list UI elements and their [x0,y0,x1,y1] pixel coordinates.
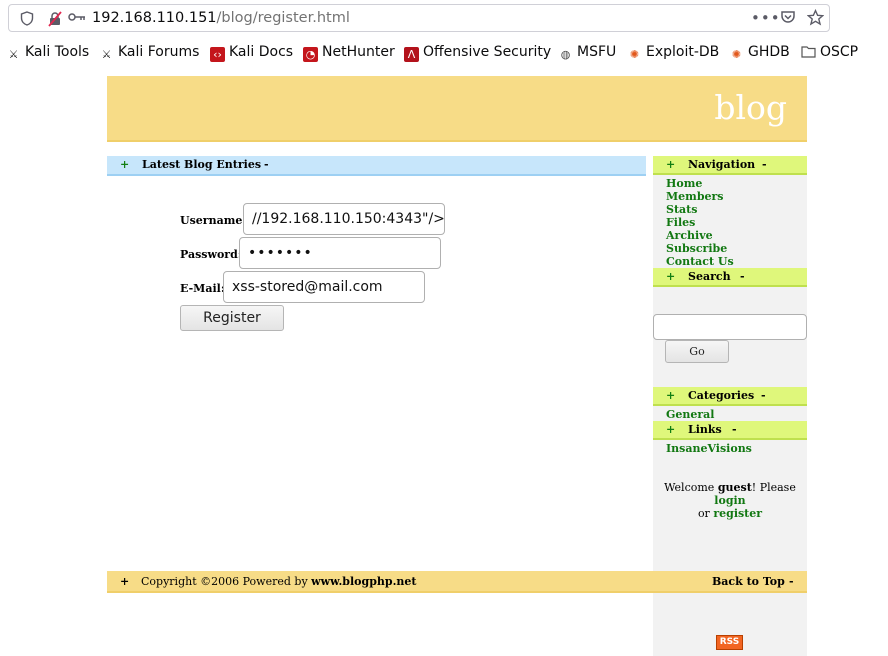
welcome-prefix: Welcome [664,481,718,494]
url-host: 192.168.110.151 [92,10,217,26]
links-bar: + Links - [653,421,807,440]
nav-link-stats[interactable]: Stats [666,203,697,216]
bookmark-label: OSCP [820,44,859,60]
email-label: E-Mail: [180,282,225,295]
more-actions-icon[interactable]: ••• [751,9,781,27]
category-link-general[interactable]: General [666,408,715,421]
register-link[interactable]: register [713,507,762,520]
bookmark-kali-docs[interactable]: ‹› Kali Docs [210,44,293,62]
pocket-icon[interactable] [780,9,796,29]
or-text: or [697,507,714,520]
bookmark-label: Kali Docs [229,44,294,60]
bookmark-kali-forums[interactable]: ⚔ Kali Forums [99,44,200,62]
key-icon[interactable] [68,11,86,27]
kali-dragon-icon: ⚔ [8,48,19,61]
bookmark-kali-tools[interactable]: ⚔ Kali Tools [6,44,90,62]
categories-label: Categories [688,389,755,402]
bookmark-nethunter[interactable]: ◔ NetHunter [303,44,395,62]
bookmarks-toolbar: ⚔ Kali Tools ⚔ Kali Forums ‹› Kali Docs ◔ Ne… [0,38,888,66]
nav-link-files[interactable]: Files [666,216,695,229]
bookmark-ghdb[interactable]: ✺ GHDB [729,44,790,62]
rss-icon[interactable]: RSS [716,635,743,650]
bookmark-offensive-security[interactable]: Λ Offensive Security [404,44,551,62]
ghdb-icon: ✺ [731,48,742,61]
collapse-minus[interactable]: - [762,158,767,171]
links-label: Links [688,423,722,436]
search-label: Search [688,270,731,283]
bookmark-msfu[interactable]: ◍ MSFU [558,44,617,62]
bookmark-label: NetHunter [322,44,395,60]
username-field[interactable]: //192.168.110.150:4343"/> [243,203,445,235]
back-to-top-link[interactable]: Back to Top [712,575,785,588]
welcome-user: guest [717,481,752,494]
collapse-minus[interactable]: - [264,158,269,171]
bookmark-oscp[interactable]: OSCP [801,44,858,60]
copyright-text: Copyright ©2006 Powered by www.blogphp.n… [141,575,417,588]
search-input[interactable] [653,314,807,340]
offsec-icon: Λ [404,47,419,62]
expand-plus[interactable]: + [120,158,129,171]
blog-title: blog [714,88,787,127]
nav-link-members[interactable]: Members [666,190,724,203]
footer: + Copyright ©2006 Powered by www.blogphp… [107,571,807,593]
expand-plus[interactable]: + [666,389,675,402]
exploit-db-icon: ✺ [629,48,640,61]
bookmark-label: Kali Forums [118,44,200,60]
navigation-label: Navigation [688,158,756,171]
globe-icon: ◍ [560,48,571,61]
insecure-connection-icon[interactable] [47,11,63,31]
footer-plus: + [120,575,130,588]
nethunter-icon: ◔ [303,47,318,62]
latest-entries-bar: + Latest Blog Entries - [107,156,646,176]
email-field[interactable]: xss-stored@mail.com [223,271,425,303]
register-button[interactable]: Register [180,305,284,331]
bookmark-label: MSFU [577,44,617,60]
copyright-label: Copyright ©2006 Powered by [141,575,312,588]
powered-by-link[interactable]: www.blogphp.net [311,575,416,588]
kali-docs-icon: ‹› [210,47,225,62]
search-bar: + Search - [653,268,807,287]
collapse-minus[interactable]: - [732,423,737,436]
nav-link-archive[interactable]: Archive [666,229,713,242]
password-label: Password: [180,248,242,261]
expand-plus[interactable]: + [666,270,675,283]
username-label: Username: [180,214,247,227]
welcome-mid: ! Please [751,481,796,494]
bookmark-label: Exploit-DB [646,44,720,60]
bookmark-star-icon[interactable] [806,8,825,30]
url-text[interactable]: 192.168.110.151/blog/register.html [92,10,350,26]
shield-icon[interactable] [20,11,34,30]
kali-dragon-icon: ⚔ [101,48,112,61]
bookmark-label: GHDB [748,44,790,60]
link-insanevisions[interactable]: InsaneVisions [666,442,752,455]
welcome-message: Welcome guest! Please login or register [653,481,807,520]
expand-plus[interactable]: + [666,158,675,171]
login-link[interactable]: login [714,494,745,507]
url-path: /blog/register.html [216,10,350,26]
collapse-minus[interactable]: - [761,389,766,402]
bookmark-label: Kali Tools [25,44,90,60]
blog-header: blog [107,76,807,142]
folder-icon [801,45,816,60]
navigation-bar: + Navigation - [653,156,807,175]
url-bar[interactable]: 192.168.110.151/blog/register.html ••• [8,4,830,32]
collapse-minus[interactable]: - [740,270,745,283]
password-field[interactable]: ••••••• [239,237,441,269]
latest-entries-label: Latest Blog Entries [142,158,262,171]
nav-link-subscribe[interactable]: Subscribe [666,242,727,255]
nav-link-home[interactable]: Home [666,177,702,190]
bookmark-exploit-db[interactable]: ✺ Exploit-DB [627,44,719,62]
search-go-button[interactable]: Go [665,340,729,363]
footer-minus: - [789,575,794,588]
bookmark-label: Offensive Security [423,44,552,60]
categories-bar: + Categories - [653,387,807,406]
nav-link-contact[interactable]: Contact Us [666,255,734,268]
expand-plus[interactable]: + [666,423,675,436]
